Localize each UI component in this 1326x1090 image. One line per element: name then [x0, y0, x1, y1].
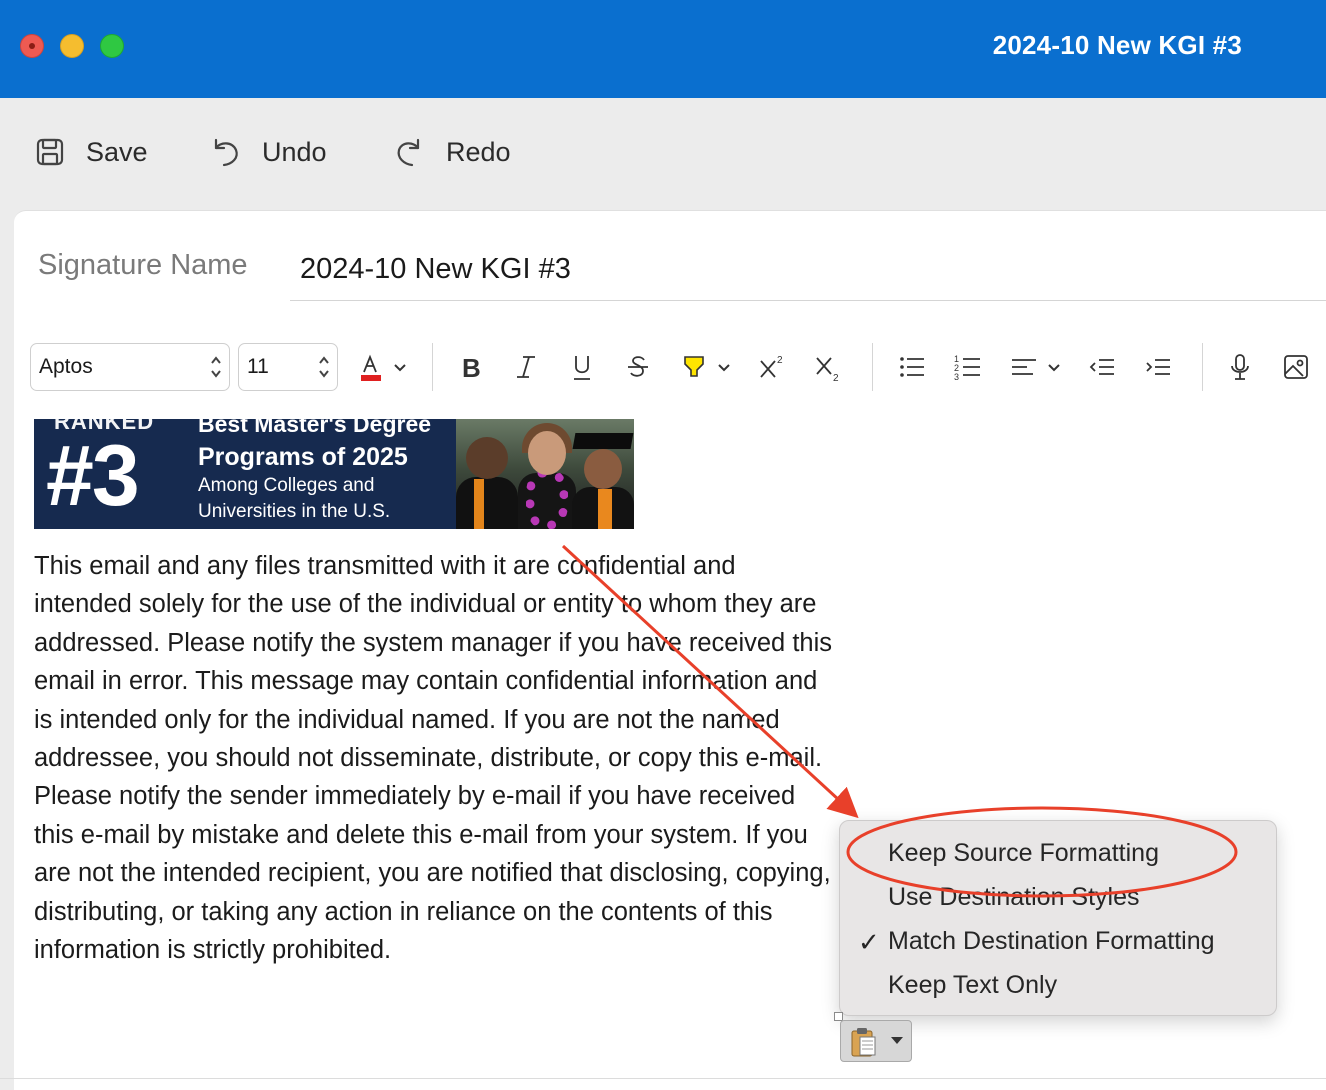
superscript-button[interactable]: 2	[754, 349, 790, 385]
svg-text:2: 2	[833, 373, 839, 382]
align-button[interactable]	[1006, 349, 1042, 385]
bullet-list-icon	[900, 357, 924, 377]
increase-indent-button[interactable]	[1140, 349, 1176, 385]
microphone-icon	[1231, 354, 1249, 380]
stepper-arrows-icon	[211, 356, 221, 378]
signature-banner-image[interactable]: RANKED Best Master's Degree #3 Programs …	[34, 419, 634, 529]
superscript-icon: 2	[760, 355, 783, 378]
banner-universities-text: Universities in the U.S.	[198, 501, 391, 522]
signature-name-label: Signature Name	[38, 249, 248, 281]
strikethrough-icon	[628, 356, 648, 377]
subscript-button[interactable]: 2	[810, 349, 846, 385]
menu-item-label: Use Destination Styles	[888, 883, 1140, 911]
menu-item-label: Keep Text Only	[888, 971, 1058, 999]
chevron-down-icon	[394, 364, 406, 372]
bullet-list-button[interactable]	[894, 349, 930, 385]
italic-icon	[517, 356, 535, 378]
title-bar: 2024-10 New KGI #3	[0, 0, 1326, 98]
checkmark-icon: ✓	[858, 927, 880, 957]
menu-item-match-destination-formatting[interactable]: ✓ Match Destination Formatting	[858, 927, 1215, 957]
undo-button[interactable]: Undo	[210, 132, 327, 172]
formatting-bar: Aptos 11 B 2 2 1 2 3	[30, 341, 1326, 393]
separator	[872, 343, 873, 391]
signature-body-text[interactable]: This email and any files transmitted wit…	[34, 547, 834, 969]
highlight-icon	[684, 356, 704, 377]
strikethrough-button[interactable]	[620, 349, 656, 385]
font-size-value: 11	[247, 355, 269, 378]
svg-text:B: B	[462, 353, 481, 382]
italic-button[interactable]	[508, 349, 544, 385]
banner-among-text: Among Colleges and	[198, 475, 375, 496]
menu-item-keep-source-formatting[interactable]: Keep Source Formatting	[888, 839, 1159, 868]
stepper-arrows-icon	[319, 356, 329, 378]
chevron-down-icon	[1048, 364, 1060, 372]
minimize-window-button[interactable]	[60, 34, 84, 58]
clipboard-icon	[851, 1028, 876, 1057]
save-icon	[36, 138, 64, 166]
dictate-button[interactable]	[1222, 349, 1258, 385]
paste-options-button[interactable]	[840, 1020, 912, 1062]
insert-picture-button[interactable]	[1278, 349, 1314, 385]
window-title: 2024-10 New KGI #3	[992, 30, 1242, 60]
banner-programs-text: Programs of 2025	[198, 443, 408, 471]
bold-icon: B	[462, 353, 481, 382]
increase-indent-icon	[1146, 359, 1170, 375]
zoom-window-button[interactable]	[100, 34, 124, 58]
redo-button[interactable]: Redo	[394, 132, 511, 172]
svg-text:2: 2	[777, 355, 783, 366]
banner-rank-number: #3	[46, 428, 140, 524]
svg-text:3: 3	[954, 372, 959, 382]
highlight-button[interactable]	[676, 349, 712, 385]
banner-headline-text: Best Master's Degree	[198, 419, 432, 437]
numbered-list-button[interactable]: 123	[950, 349, 986, 385]
decrease-indent-icon	[1089, 359, 1114, 375]
menu-item-label: Match Destination Formatting	[888, 927, 1215, 955]
menu-item-use-destination-styles[interactable]: Use Destination Styles	[888, 883, 1140, 912]
signature-name-input[interactable]	[290, 239, 1326, 301]
menu-item-keep-text-only[interactable]: Keep Text Only	[888, 971, 1057, 1000]
close-window-button[interactable]	[20, 34, 44, 58]
chevron-down-icon	[891, 1037, 903, 1044]
toolbar: Save Undo Redo	[0, 98, 1326, 208]
underline-button[interactable]	[564, 349, 600, 385]
font-select[interactable]: Aptos	[30, 343, 230, 391]
subscript-icon: 2	[816, 357, 839, 382]
text-color-dropdown[interactable]	[388, 349, 412, 385]
undo-label: Undo	[262, 136, 327, 167]
numbered-list-icon: 123	[954, 354, 980, 382]
picture-icon	[1284, 355, 1308, 379]
decrease-indent-button[interactable]	[1084, 349, 1120, 385]
chevron-down-icon	[718, 364, 730, 372]
separator	[432, 343, 433, 391]
font-value: Aptos	[39, 355, 93, 378]
align-dropdown[interactable]	[1042, 349, 1066, 385]
graduates-photo	[456, 419, 634, 529]
save-button[interactable]: Save	[34, 132, 148, 172]
text-color-icon	[361, 354, 381, 381]
divider	[0, 1078, 1326, 1079]
highlight-dropdown[interactable]	[712, 349, 736, 385]
redo-icon	[397, 138, 420, 167]
undo-icon	[214, 138, 238, 167]
bold-button[interactable]: B	[452, 349, 488, 385]
paste-options-menu: Keep Source Formatting Use Destination S…	[839, 820, 1277, 1016]
separator	[1202, 343, 1203, 391]
text-color-button[interactable]	[352, 349, 388, 385]
redo-label: Redo	[446, 136, 511, 167]
font-size-select[interactable]: 11	[238, 343, 338, 391]
align-left-icon	[1012, 359, 1036, 375]
underline-icon	[574, 356, 590, 380]
save-label: Save	[86, 136, 148, 167]
menu-item-label: Keep Source Formatting	[888, 839, 1159, 867]
